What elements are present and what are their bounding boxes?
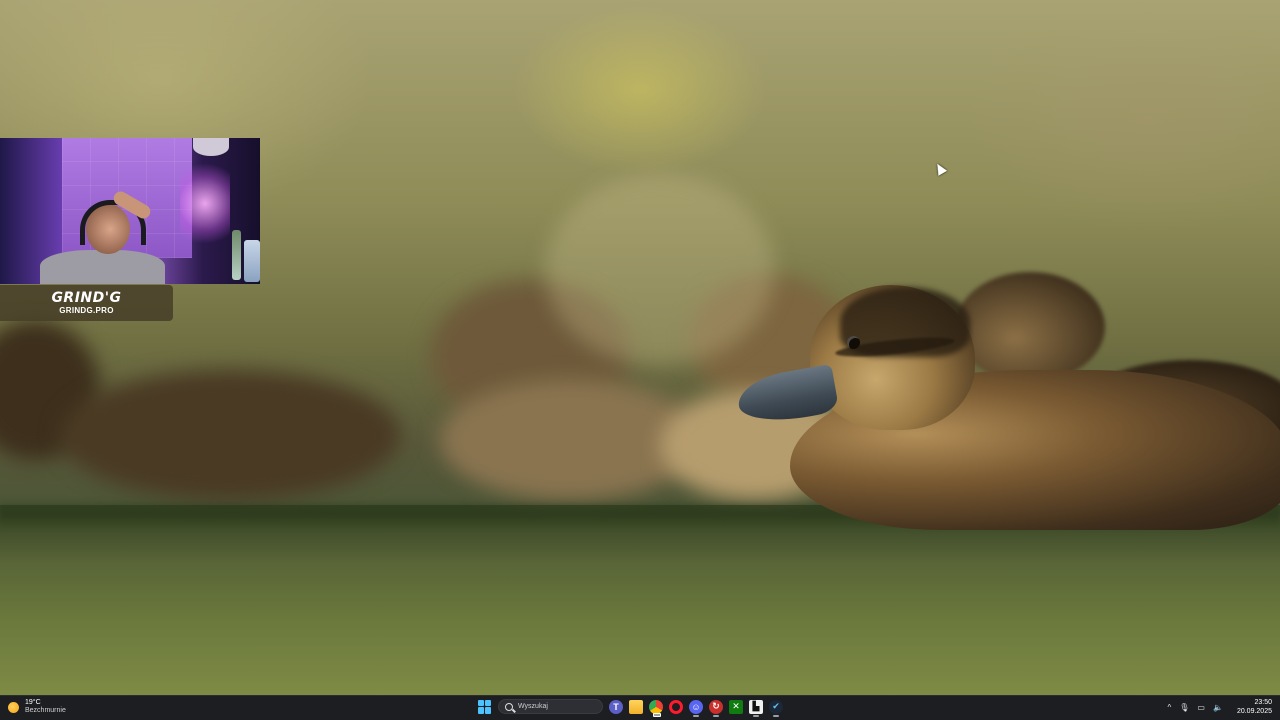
chevron-up-icon[interactable]: ^ xyxy=(1168,703,1172,712)
taskbar-search[interactable]: Wyszukaj xyxy=(498,699,603,714)
mouse-cursor-icon xyxy=(932,161,948,176)
sun-icon xyxy=(8,701,19,713)
brand-banner: GRIND'G GRINDG.PRO xyxy=(0,285,173,321)
clock[interactable]: 23:50 20.09.2025 xyxy=(1237,698,1272,716)
red-app-icon[interactable]: ↻ xyxy=(709,699,723,717)
webcam-lamp xyxy=(193,138,229,156)
search-icon xyxy=(505,702,513,711)
network-icon[interactable]: ▭ xyxy=(1197,703,1205,712)
clock-time: 23:50 xyxy=(1254,699,1272,706)
wallpaper-rear-duck-head xyxy=(955,272,1105,382)
file-explorer-icon[interactable] xyxy=(629,699,643,714)
teams-icon[interactable]: T xyxy=(609,699,623,714)
search-placeholder: Wyszukaj xyxy=(518,703,548,710)
wallpaper-duckling-eye xyxy=(847,336,860,349)
webcam-bottle xyxy=(244,240,260,282)
wallpaper-duck-blur-2 xyxy=(60,370,400,500)
taskbar: 19°C Bezchmurnie Wyszukaj T ☺ ↻ ✕ ▙ ✔ ^ xyxy=(0,695,1280,720)
white-app-icon[interactable]: ▙ xyxy=(749,699,763,717)
system-tray: ^ 🎙 ▭ 🔈 23:50 20.09.2025 xyxy=(1168,698,1273,716)
brand-logo: GRIND'G xyxy=(51,290,122,306)
opera-icon[interactable] xyxy=(669,699,683,714)
wallpaper-bokeh xyxy=(545,175,775,365)
water-reflection xyxy=(0,505,1280,695)
discord-icon[interactable]: ☺ xyxy=(689,699,703,717)
weather-temperature: 19°C xyxy=(25,699,41,706)
volume-icon[interactable]: 🔈 xyxy=(1213,703,1223,712)
clock-date: 20.09.2025 xyxy=(1236,708,1272,715)
taskbar-center: Wyszukaj T ☺ ↻ ✕ ▙ ✔ xyxy=(478,699,783,717)
webcam-string-lights xyxy=(180,156,230,251)
xbox-app-icon[interactable]: ✕ xyxy=(729,699,743,714)
weather-widget[interactable]: 19°C Bezchmurnie xyxy=(8,699,66,715)
weather-condition: Bezchmurnie xyxy=(25,707,66,714)
microphone-icon[interactable]: 🎙 xyxy=(1179,703,1189,712)
webcam-person-torso xyxy=(40,250,165,284)
webcam-overlay xyxy=(0,138,260,284)
brand-url: GRINDG.PRO xyxy=(59,306,114,315)
chrome-icon[interactable] xyxy=(649,699,663,717)
webcam-bottle xyxy=(232,230,241,280)
desktop: GRIND'G GRINDG.PRO 19°C Bezchmurnie Wysz… xyxy=(0,0,1280,720)
steam-icon[interactable]: ✔ xyxy=(769,699,783,717)
windows-start-icon[interactable] xyxy=(478,699,492,714)
